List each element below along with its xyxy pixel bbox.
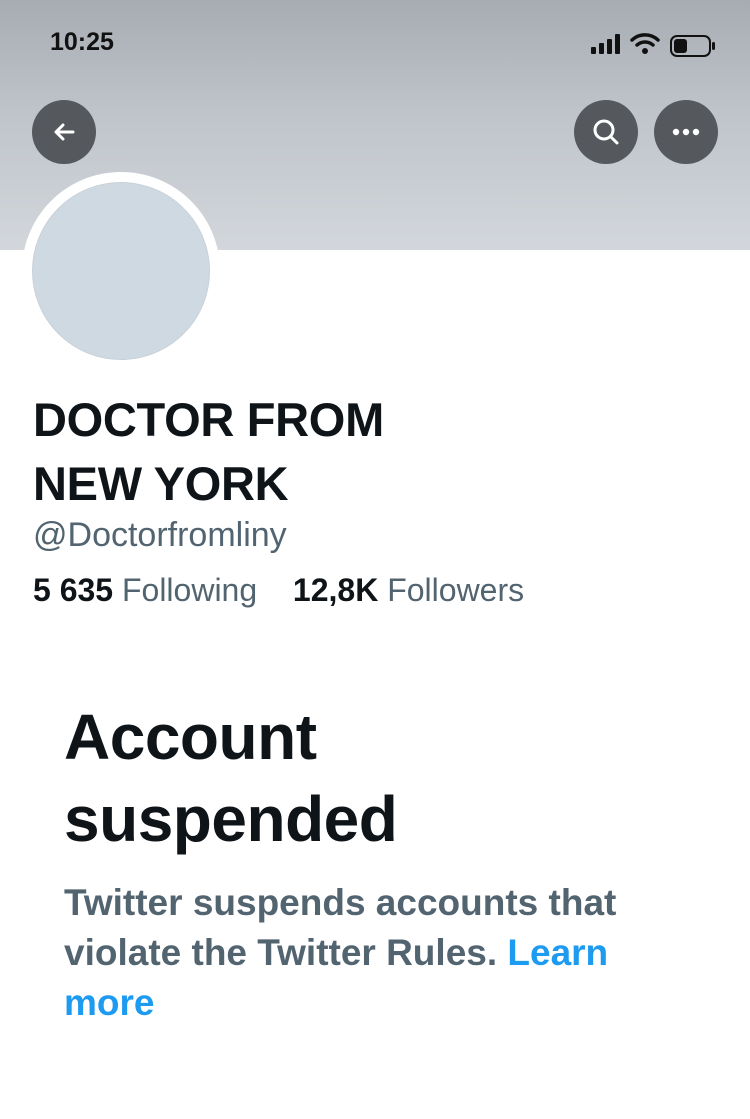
more-icon (672, 128, 700, 136)
suspended-title-line1: Account (64, 701, 317, 773)
status-time: 10:25 (50, 28, 114, 56)
followers-label: Followers (387, 572, 525, 608)
following-count: 5 635 (33, 572, 114, 608)
search-icon (593, 119, 619, 145)
avatar-container (22, 172, 220, 370)
avatar[interactable] (32, 182, 210, 360)
status-bar: 10:25 (0, 0, 750, 90)
display-name-line2: NEW YORK (33, 457, 289, 510)
followers-link[interactable]: 12,8K Followers (284, 572, 524, 608)
profile-stats: 5 635 Following 12,8K Followers (33, 572, 524, 609)
search-button[interactable] (574, 100, 638, 164)
status-icons (578, 32, 718, 58)
user-handle: @Doctorfromliny (33, 516, 287, 554)
wifi-icon (630, 33, 660, 54)
battery-icon (670, 35, 715, 57)
followers-count: 12,8K (292, 572, 379, 608)
more-button[interactable] (654, 100, 718, 164)
back-button[interactable] (32, 100, 96, 164)
signal-icon (591, 34, 620, 54)
suspension-message: Twitter suspends accounts that violate t… (64, 878, 704, 1028)
following-label: Following (121, 572, 258, 608)
display-name-line1: DOCTOR FROM (33, 393, 384, 446)
suspended-title: Account suspended (64, 696, 664, 860)
learn-more-line2: more (64, 982, 155, 1023)
back-icon (54, 123, 75, 141)
learn-more-line1: Learn (507, 932, 609, 973)
display-name: DOCTOR FROM NEW YORK (33, 388, 593, 516)
suspended-title-line2: suspended (64, 783, 398, 855)
following-link[interactable]: 5 635 Following (33, 572, 266, 608)
